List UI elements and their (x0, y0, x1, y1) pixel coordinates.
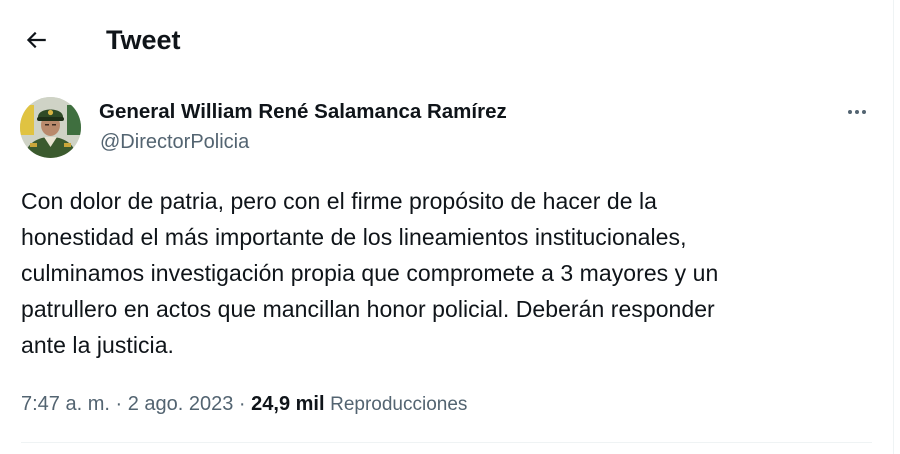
tweet-metadata: 7:47 a. m. · 2 ago. 2023 · 24,9 mil Repr… (21, 390, 467, 419)
profile-photo-icon (20, 97, 81, 158)
tweet-text-line: ante la justicia. (21, 332, 174, 358)
tweet-time[interactable]: 7:47 a. m. (21, 393, 110, 415)
author-name[interactable]: General William René Salamanca Ramírez (99, 99, 507, 125)
tweet-text-line: Con dolor de patria, pero con el firme p… (21, 188, 658, 214)
views-count: 24,9 mil (251, 393, 325, 415)
tweet-date[interactable]: 2 ago. 2023 (128, 393, 234, 415)
more-horizontal-icon (848, 110, 866, 114)
meta-separator: · (233, 393, 252, 415)
tweet-text-line: patrullero en actos que mancillan honor … (21, 296, 715, 322)
author-handle[interactable]: @DirectorPolicia (100, 129, 249, 155)
tweet-text: Con dolor de patria, pero con el firme p… (21, 183, 851, 363)
page-title: Tweet (106, 25, 181, 55)
avatar[interactable] (20, 97, 81, 158)
views-label: Reproducciones (330, 394, 468, 415)
arrow-left-icon (26, 31, 46, 49)
meta-separator: · (109, 393, 128, 415)
tweet-text-line: culminamos investigación propia que comp… (21, 260, 719, 286)
column-border (893, 0, 894, 454)
divider (21, 442, 872, 443)
back-button[interactable] (17, 22, 55, 58)
page-header: Tweet (0, 0, 893, 80)
more-options-button[interactable] (838, 95, 876, 129)
tweet-page: Tweet General William René Salamanca Ram… (0, 0, 900, 454)
tweet-text-line: honestidad el más importante de los line… (21, 224, 687, 250)
